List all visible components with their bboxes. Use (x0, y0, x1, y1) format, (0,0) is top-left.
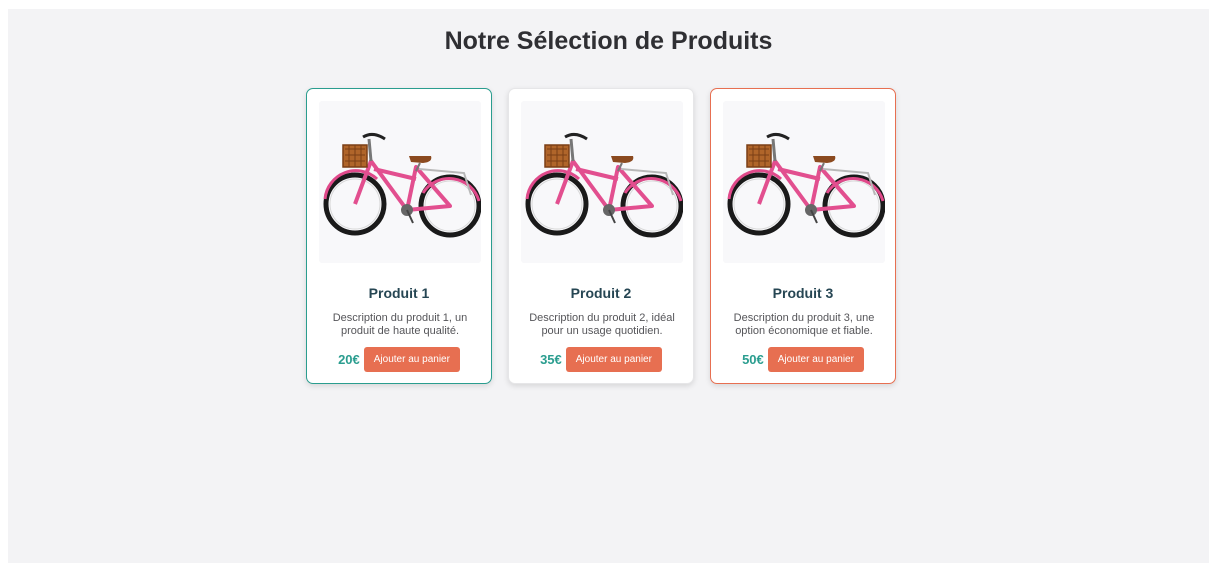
page-title: Notre Sélection de Produits (444, 27, 773, 55)
product-footer: 35€ Ajouter au panier (509, 347, 693, 372)
add-to-cart-button[interactable]: Ajouter au panier (565, 347, 662, 372)
bicycle-icon (727, 132, 885, 238)
product-description: Description du produit 2, idéal pour un … (529, 312, 675, 337)
product-image (723, 101, 885, 263)
product-image (319, 101, 481, 263)
product-price: 35€ (540, 352, 562, 367)
product-image (521, 101, 683, 263)
product-title: Produit 2 (570, 285, 632, 301)
bicycle-icon (323, 132, 481, 238)
product-card[interactable]: Produit 2 Description du produit 2, idéa… (508, 88, 694, 384)
page-container: Notre Sélection de Produits Produit 1 De… (8, 9, 1209, 563)
bicycle-icon (525, 132, 683, 238)
product-description: Description du produit 1, un produit de … (332, 312, 468, 337)
product-footer: 20€ Ajouter au panier (307, 347, 491, 372)
product-title: Produit 3 (772, 285, 834, 301)
product-description: Description du produit 3, une option éco… (733, 312, 875, 337)
product-grid: Produit 1 Description du produit 1, un p… (306, 88, 896, 384)
product-price: 20€ (338, 352, 360, 367)
add-to-cart-button[interactable]: Ajouter au panier (767, 347, 864, 372)
product-card[interactable]: Produit 1 Description du produit 1, un p… (306, 88, 492, 384)
product-price: 50€ (742, 352, 764, 367)
product-card[interactable]: Produit 3 Description du produit 3, une … (710, 88, 896, 384)
add-to-cart-button[interactable]: Ajouter au panier (363, 347, 460, 372)
product-footer: 50€ Ajouter au panier (711, 347, 895, 372)
product-title: Produit 1 (368, 285, 430, 301)
